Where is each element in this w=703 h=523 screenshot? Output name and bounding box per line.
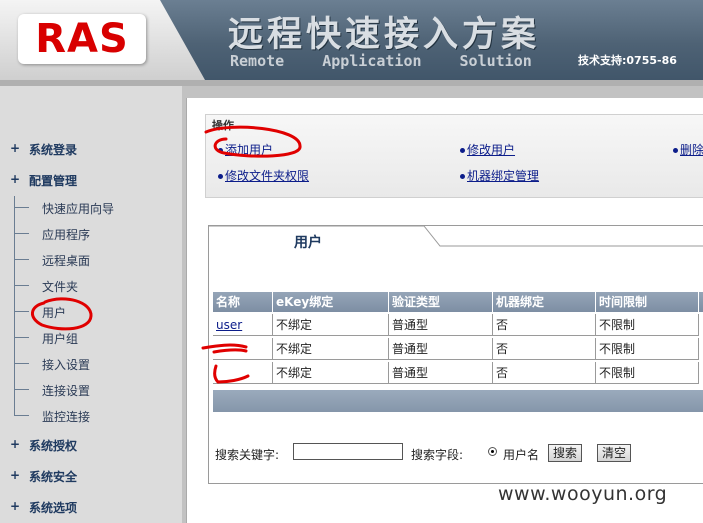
- search-field-label: 搜索字段:: [411, 448, 464, 462]
- app-subtitle: Remote Application Solution: [230, 52, 570, 70]
- username-radio[interactable]: [488, 447, 497, 456]
- tree-branch: [14, 337, 29, 338]
- cell-auth: 普通型: [389, 362, 493, 384]
- operations-label: 操作: [212, 119, 234, 132]
- edit-user-link[interactable]: 修改用户: [460, 141, 515, 158]
- cell-auth: 普通型: [389, 338, 493, 360]
- column-header-auth[interactable]: 验证类型: [389, 292, 493, 312]
- tree-branch: [14, 233, 29, 234]
- plus-icon: +: [10, 437, 21, 451]
- logo-panel: RAS: [0, 0, 205, 80]
- ras-logo: RAS: [18, 14, 146, 64]
- search-input[interactable]: [293, 443, 403, 460]
- sidebar-item-user-groups[interactable]: 用户组: [42, 330, 78, 347]
- grid-footer-bar: [213, 390, 703, 412]
- watermark: www.wooyun.org: [498, 483, 668, 505]
- sidebar-item-label: 系统安全: [29, 470, 78, 484]
- sidebar-item-quick-wizard[interactable]: 快速应用向导: [42, 200, 114, 217]
- link-label: 机器绑定管理: [467, 169, 540, 183]
- link-label: 删除: [680, 143, 703, 157]
- cell-time: 不限制: [596, 362, 699, 384]
- sidebar-item-authorization[interactable]: + 系统授权: [10, 437, 78, 454]
- bullet-icon: [460, 148, 465, 153]
- cell-machine: 否: [493, 362, 596, 384]
- user-name-link[interactable]: user: [213, 314, 273, 336]
- plus-icon: +: [10, 499, 21, 513]
- bullet-icon: [460, 174, 465, 179]
- sidebar-item-label: 系统选项: [29, 501, 78, 515]
- cell-ekey: 不绑定: [273, 338, 389, 360]
- plus-icon: +: [10, 141, 21, 155]
- user-name-link[interactable]: [213, 362, 273, 384]
- cell-ekey: 不绑定: [273, 362, 389, 384]
- column-header-ekey[interactable]: eKey绑定: [273, 292, 389, 312]
- tree-branch: [14, 363, 29, 364]
- sidebar-item-remote-desktop[interactable]: 远程桌面: [42, 252, 90, 269]
- tree-branch: [14, 285, 29, 286]
- column-header-machine[interactable]: 机器绑定: [493, 292, 596, 312]
- support-phone: 技术支持:0755-86: [578, 54, 677, 67]
- cell-time: 不限制: [596, 338, 699, 360]
- cell-auth: 普通型: [389, 314, 493, 336]
- sidebar-item-label: 系统授权: [29, 439, 78, 453]
- subtitle-word: Remote: [230, 52, 285, 70]
- clear-button[interactable]: 清空: [597, 444, 632, 462]
- sidebar-item-security[interactable]: + 系统安全: [10, 468, 78, 485]
- folder-permission-link[interactable]: 修改文件夹权限: [218, 167, 309, 184]
- cell-machine: 否: [493, 314, 596, 336]
- bullet-icon: [673, 148, 678, 153]
- sidebar-item-monitor[interactable]: 监控连接: [42, 408, 90, 425]
- app-title: 远程快速接入方案: [228, 14, 541, 55]
- username-radio-label: 用户名: [503, 448, 540, 462]
- sidebar-item-applications[interactable]: 应用程序: [42, 226, 90, 243]
- link-label: 添加用户: [225, 143, 274, 157]
- sidebar-item-options[interactable]: + 系统选项: [10, 499, 78, 516]
- sidebar-item-label: 系统登录: [29, 143, 78, 157]
- sidebar-item-access-settings[interactable]: 接入设置: [42, 356, 90, 373]
- tree-branch: [14, 311, 29, 312]
- plus-icon: +: [10, 172, 21, 186]
- search-button[interactable]: 搜索: [548, 444, 583, 462]
- sidebar-item-system-login[interactable]: + 系统登录: [10, 141, 78, 158]
- search-keyword-label: 搜索关键字:: [215, 448, 280, 462]
- column-header-name[interactable]: 名称: [213, 292, 273, 312]
- tree-branch: [14, 389, 29, 390]
- tree-branch: [14, 259, 29, 260]
- sidebar-item-folders[interactable]: 文件夹: [42, 278, 78, 295]
- subtitle-word: Solution: [459, 52, 532, 70]
- cell-machine: 否: [493, 338, 596, 360]
- sidebar: [0, 86, 182, 523]
- column-header-time[interactable]: 时间限制: [596, 292, 699, 312]
- sidebar-item-config[interactable]: + 配置管理: [10, 172, 78, 189]
- tab-shape: [208, 225, 703, 247]
- tree-branch: [14, 415, 29, 416]
- logo-text: RAS: [35, 16, 129, 62]
- bullet-icon: [218, 174, 223, 179]
- sidebar-item-users[interactable]: 用户: [42, 304, 66, 321]
- delete-link[interactable]: 删除: [673, 141, 703, 158]
- subtitle-word: Application: [322, 52, 422, 70]
- link-label: 修改文件夹权限: [225, 169, 310, 183]
- bullet-icon: [218, 148, 223, 153]
- column-header-more: [699, 292, 703, 312]
- plus-icon: +: [10, 468, 21, 482]
- sidebar-item-connection-settings[interactable]: 连接设置: [42, 382, 90, 399]
- cell-time: 不限制: [596, 314, 699, 336]
- operations-box: [205, 114, 703, 198]
- tree-line: [14, 196, 15, 416]
- tree-branch: [14, 207, 29, 208]
- link-label: 修改用户: [467, 143, 516, 157]
- cell-ekey: 不绑定: [273, 314, 389, 336]
- add-user-link[interactable]: 添加用户: [218, 141, 273, 158]
- sidebar-item-label: 配置管理: [29, 174, 78, 188]
- app-header: RAS 远程快速接入方案 Remote Application Solution 技…: [0, 0, 703, 80]
- user-name-link[interactable]: [213, 338, 273, 360]
- machine-binding-link[interactable]: 机器绑定管理: [460, 167, 539, 184]
- tab-users[interactable]: 用户: [294, 232, 322, 252]
